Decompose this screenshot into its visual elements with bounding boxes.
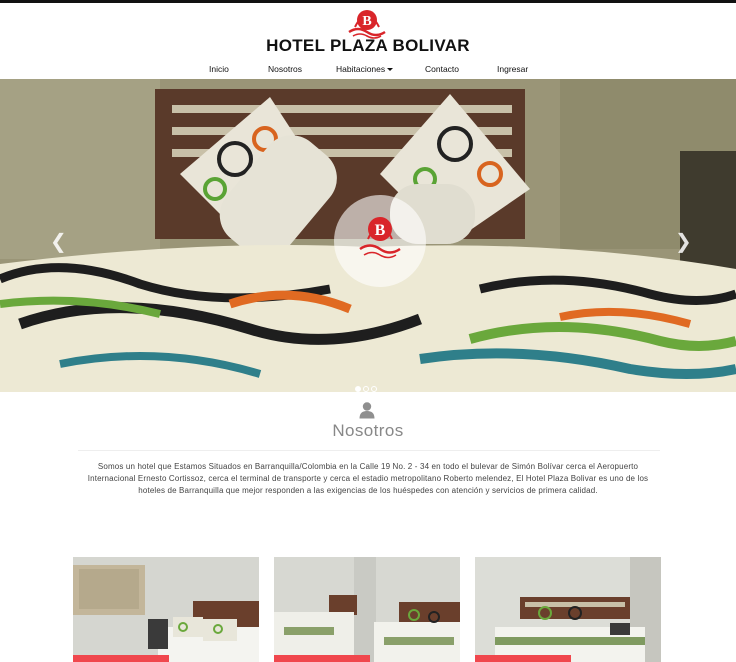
room-label-tag [73,655,169,662]
nav-item-inicio[interactable]: Inicio [209,64,229,74]
site-brand-name[interactable]: HOTEL PLAZA BOLIVAR [0,36,736,56]
room-label-tag [475,655,571,662]
section-divider [78,450,660,451]
carousel-indicators [355,379,379,392]
nav-item-ingresar[interactable]: Ingresar [497,64,528,74]
caret-down-icon [387,68,394,71]
carousel-dot[interactable] [355,386,361,392]
nav-item-contacto[interactable]: Contacto [425,64,459,74]
room-photo [73,557,259,662]
carousel-dot[interactable] [371,386,377,392]
room-label-tag [274,655,370,662]
room-card[interactable] [73,557,259,662]
nav-item-nosotros[interactable]: Nosotros [268,64,302,74]
carousel-dot[interactable] [363,386,369,392]
room-photo [274,557,460,662]
nav-item-habitaciones-label: Habitaciones [336,64,386,74]
svg-text:B: B [375,222,386,239]
hotel-b-logo-icon[interactable]: B [346,7,388,39]
hero-carousel[interactable]: B ❮ ❯ [0,79,736,392]
site-header: B HOTEL PLAZA BOLIVAR Inicio Nosotros Ha… [0,3,736,79]
main-nav: Inicio Nosotros Habitaciones Contacto In… [0,64,736,78]
nav-item-habitaciones[interactable]: Habitaciones [336,64,394,74]
person-icon [359,402,375,419]
svg-text:B: B [362,14,371,29]
carousel-prev-icon[interactable]: ❮ [50,229,67,253]
hero-slide-image: B [0,79,736,392]
carousel-next-icon[interactable]: ❯ [675,229,692,253]
section-title-nosotros: Nosotros [332,421,404,440]
room-card[interactable] [274,557,460,662]
room-card[interactable] [475,557,661,662]
room-photo [475,557,661,662]
about-text: Somos un hotel que Estamos Situados en B… [87,462,649,495]
